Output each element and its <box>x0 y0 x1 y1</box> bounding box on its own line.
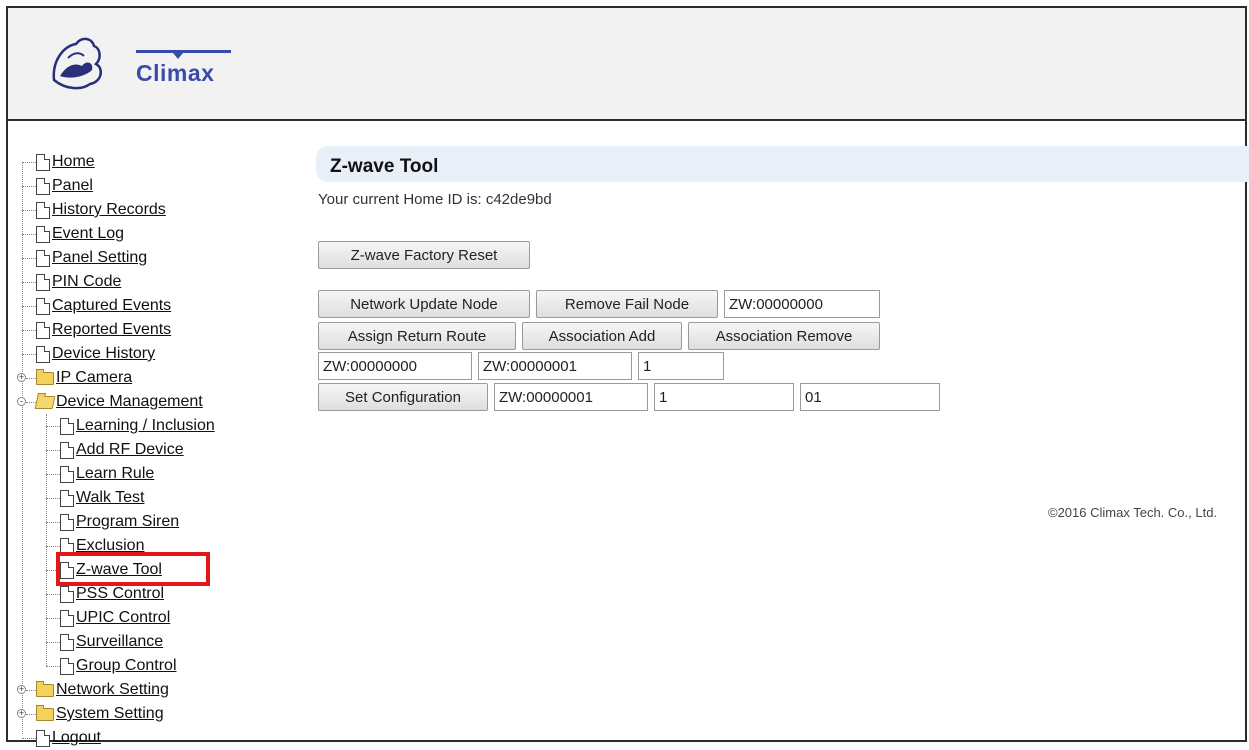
nav-item-label[interactable]: Logout <box>52 729 101 747</box>
document-icon <box>60 465 74 483</box>
nav-item-walk-test[interactable]: Walk Test <box>46 486 144 510</box>
nav-item-ip-camera[interactable]: + IP Camera <box>17 366 132 390</box>
nav-item-group-control[interactable]: Group Control <box>46 654 177 678</box>
page-title: Z-wave Tool <box>330 156 439 177</box>
node-id-input[interactable] <box>724 290 880 318</box>
document-icon <box>60 417 74 435</box>
set-configuration-button[interactable]: Set Configuration <box>318 383 488 411</box>
folder-icon <box>36 680 54 697</box>
nav-item-network-setting[interactable]: + Network Setting <box>17 678 169 702</box>
nav-item-label[interactable]: Device Management <box>56 393 203 411</box>
nav-item-device-history[interactable]: Device History <box>22 342 155 366</box>
folder-open-icon <box>34 395 56 409</box>
nav-item-reported-events[interactable]: Reported Events <box>22 318 171 342</box>
logo-bar <box>136 50 231 53</box>
assign-return-route-button[interactable]: Assign Return Route <box>318 322 516 350</box>
nav-item-panel[interactable]: Panel <box>22 174 93 198</box>
nav-item-history-records[interactable]: History Records <box>22 198 166 222</box>
nav-item-captured-events[interactable]: Captured Events <box>22 294 171 318</box>
nav-item-label[interactable]: Device History <box>52 345 155 363</box>
nav-item-pin-code[interactable]: PIN Code <box>22 270 121 294</box>
header: Climax <box>8 8 1245 121</box>
nav-item-label[interactable]: PSS Control <box>76 585 164 603</box>
remove-fail-node-button[interactable]: Remove Fail Node <box>536 290 718 318</box>
nav-item-label[interactable]: Home <box>52 153 95 171</box>
expand-icon[interactable]: + <box>17 373 26 382</box>
expand-icon[interactable]: + <box>17 709 26 718</box>
nav-item-label[interactable]: Network Setting <box>56 681 169 699</box>
nav-item-system-setting[interactable]: + System Setting <box>17 702 164 726</box>
nav-item-label[interactable]: Panel <box>52 177 93 195</box>
nav-item-label[interactable]: Learning / Inclusion <box>76 417 215 435</box>
expand-icon[interactable]: + <box>17 685 26 694</box>
document-icon <box>36 153 50 171</box>
association-remove-button[interactable]: Association Remove <box>688 322 880 350</box>
nav-item-upic-control[interactable]: UPIC Control <box>46 606 170 630</box>
nav-item-home[interactable]: Home <box>22 150 95 174</box>
document-icon <box>36 225 50 243</box>
nav-item-label[interactable]: Group Control <box>76 657 177 675</box>
document-icon <box>60 489 74 507</box>
nav-item-logout[interactable]: Logout <box>22 726 101 750</box>
document-icon <box>60 609 74 627</box>
home-id-text: Your current Home ID is: c42de9bd <box>318 191 552 208</box>
selection-highlight <box>56 552 210 586</box>
document-icon <box>36 249 50 267</box>
logo-text: Climax <box>136 60 215 86</box>
nav-item-learn-rule[interactable]: Learn Rule <box>46 462 154 486</box>
document-icon <box>60 585 74 603</box>
nav-item-panel-setting[interactable]: Panel Setting <box>22 246 147 270</box>
nav-item-add-rf-device[interactable]: Add RF Device <box>46 438 184 462</box>
nav-item-label[interactable]: Reported Events <box>52 321 171 339</box>
document-icon <box>36 345 50 363</box>
folder-icon <box>36 368 54 385</box>
nav-item-program-siren[interactable]: Program Siren <box>46 510 179 534</box>
folder-icon <box>36 704 54 721</box>
nav-item-surveillance[interactable]: Surveillance <box>46 630 163 654</box>
document-icon <box>36 201 50 219</box>
title-bar: Z-wave Tool <box>316 146 1249 182</box>
nav-item-learning-inclusion[interactable]: Learning / Inclusion <box>46 414 215 438</box>
app-frame: Climax Home Panel History Records Event … <box>6 6 1249 747</box>
nav-item-label[interactable]: IP Camera <box>56 369 132 387</box>
logo-notch <box>173 53 183 59</box>
network-update-node-button[interactable]: Network Update Node <box>318 290 530 318</box>
nav-item-label[interactable]: Walk Test <box>76 489 144 507</box>
document-icon <box>36 321 50 339</box>
config-parameter-input[interactable] <box>654 383 794 411</box>
document-icon <box>60 633 74 651</box>
nav-item-event-log[interactable]: Event Log <box>22 222 124 246</box>
association-add-button[interactable]: Association Add <box>522 322 682 350</box>
nav-item-label[interactable]: Learn Rule <box>76 465 154 483</box>
document-icon <box>60 441 74 459</box>
nav-item-label[interactable]: UPIC Control <box>76 609 170 627</box>
association-target-input[interactable] <box>478 352 632 380</box>
nav-item-label[interactable]: Captured Events <box>52 297 171 315</box>
association-source-input[interactable] <box>318 352 472 380</box>
document-icon <box>36 177 50 195</box>
document-icon <box>36 297 50 315</box>
nav-item-label[interactable]: Panel Setting <box>52 249 147 267</box>
collapse-icon[interactable]: - <box>17 397 26 406</box>
association-group-input[interactable] <box>638 352 724 380</box>
nav-item-label[interactable]: PIN Code <box>52 273 121 291</box>
nav-item-label[interactable]: Event Log <box>52 225 124 243</box>
nav-item-label[interactable]: Surveillance <box>76 633 163 651</box>
factory-reset-button[interactable]: Z-wave Factory Reset <box>318 241 530 269</box>
document-icon <box>60 657 74 675</box>
copyright-text: ©2016 Climax Tech. Co., Ltd. <box>1048 505 1218 520</box>
config-value-input[interactable] <box>800 383 940 411</box>
nav-item-label[interactable]: History Records <box>52 201 166 219</box>
nav-item-label[interactable]: Program Siren <box>76 513 179 531</box>
document-icon <box>60 513 74 531</box>
nav-item-label[interactable]: Add RF Device <box>76 441 184 459</box>
nav-item-label[interactable]: System Setting <box>56 705 164 723</box>
config-node-input[interactable] <box>494 383 648 411</box>
nav-item-device-management[interactable]: - Device Management <box>17 390 203 414</box>
document-icon <box>36 273 50 291</box>
